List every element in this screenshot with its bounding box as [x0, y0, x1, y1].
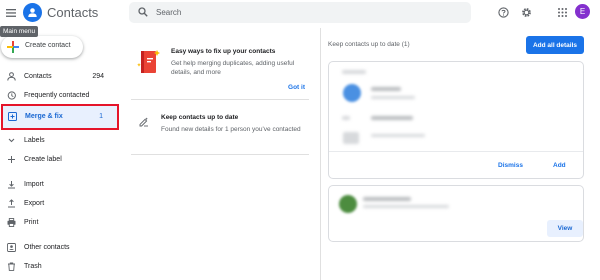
- sidebar-item-label: Frequently contacted: [24, 92, 90, 99]
- add-button[interactable]: Add: [553, 162, 566, 169]
- settings-icon: [521, 7, 531, 17]
- main-menu-button[interactable]: [2, 4, 20, 22]
- redacted-text: [371, 134, 425, 137]
- keep-up-to-date-card[interactable]: Keep contacts up to date Found new detai…: [131, 109, 309, 155]
- person-icon: [7, 72, 16, 81]
- sidebar-item-label: Import: [24, 181, 44, 188]
- dismiss-button[interactable]: Dismiss: [498, 162, 523, 169]
- print-icon: [7, 218, 16, 227]
- merge-fix-count: 1: [99, 113, 103, 120]
- apps-button[interactable]: [555, 5, 569, 19]
- sparkle-edit-icon: [139, 117, 148, 127]
- redacted-text: [363, 205, 449, 208]
- sidebar-item-label: Contacts: [24, 73, 52, 80]
- view-button[interactable]: View: [547, 220, 583, 237]
- column-divider: [320, 28, 321, 280]
- contact-photo: [339, 195, 357, 213]
- sidebar-item-label: Print: [24, 219, 39, 226]
- menu-icon: [6, 9, 16, 17]
- sidebar-item-create-label[interactable]: Create label: [0, 152, 120, 169]
- contacts-logo-icon[interactable]: [23, 3, 42, 22]
- sidebar-item-label: Export: [24, 200, 45, 207]
- sidebar-item-other-contacts[interactable]: Other contacts: [0, 240, 120, 257]
- card-divider: [329, 151, 583, 152]
- app-title[interactable]: Contacts: [47, 5, 98, 20]
- help-icon: [497, 6, 509, 18]
- settings-button[interactable]: [519, 5, 533, 19]
- create-contact-button[interactable]: Create contact: [1, 36, 83, 58]
- got-it-button[interactable]: Got it: [288, 84, 305, 91]
- other-contacts-icon: [7, 243, 16, 252]
- sidebar-item-label: Create label: [24, 156, 62, 163]
- sidebar-item-print[interactable]: Print: [0, 215, 120, 232]
- search-bar[interactable]: [129, 2, 471, 23]
- sidebar-labels-toggle[interactable]: Labels: [0, 133, 120, 150]
- merge-icon: [8, 112, 17, 121]
- sidebar-item-label: Trash: [24, 263, 42, 270]
- fix-tip-description: Get help merging duplicates, adding usef…: [171, 60, 295, 76]
- redacted-text: [342, 70, 366, 74]
- sidebar-item-label: Labels: [24, 137, 45, 144]
- main-menu-tooltip: Main menu: [0, 26, 39, 37]
- help-button[interactable]: [496, 5, 510, 19]
- top-app-bar: Contacts E: [0, 0, 600, 28]
- suggestion-card: View: [328, 185, 584, 242]
- suggestion-card: Dismiss Add: [328, 61, 584, 179]
- redacted-text: [363, 197, 411, 201]
- create-contact-label: Create contact: [25, 42, 71, 49]
- redacted-text: [342, 116, 350, 120]
- plus-color-icon: [7, 41, 19, 53]
- sidebar-item-merge-fix[interactable]: Merge & fix 1: [1, 104, 119, 130]
- export-icon: [7, 199, 16, 208]
- update-tip-description: Found new details for 1 person you've co…: [161, 126, 301, 133]
- suggestions-heading: Keep contacts up to date (1): [328, 41, 410, 48]
- redacted-text: [371, 116, 413, 120]
- sidebar-item-import[interactable]: Import: [0, 177, 120, 194]
- sidebar-item-contacts[interactable]: Contacts 294: [0, 69, 120, 86]
- import-icon: [7, 180, 16, 189]
- sidebar-item-frequently-contacted[interactable]: Frequently contacted: [0, 88, 120, 105]
- redacted-text: [371, 96, 415, 99]
- plus-icon: [7, 155, 16, 164]
- update-tip-title: Keep contacts up to date: [161, 114, 239, 121]
- apps-grid-icon: [557, 7, 567, 17]
- chevron-icon: [7, 136, 16, 145]
- notebook-illustration-icon: [137, 50, 160, 73]
- history-icon: [7, 91, 16, 100]
- redacted-text: [343, 132, 359, 144]
- sidebar-item-trash[interactable]: Trash: [0, 259, 120, 276]
- search-input[interactable]: [156, 2, 456, 23]
- fix-tip-title: Easy ways to fix up your contacts: [171, 48, 276, 55]
- sidebar-item-label: Merge & fix: [25, 113, 63, 120]
- contact-photo: [343, 84, 361, 102]
- account-avatar[interactable]: E: [575, 4, 590, 19]
- sidebar-item-export[interactable]: Export: [0, 196, 120, 213]
- fix-up-tip-card: Easy ways to fix up your contacts Get he…: [131, 36, 309, 100]
- search-icon[interactable]: [138, 7, 148, 17]
- sidebar-item-label: Other contacts: [24, 244, 70, 251]
- add-all-details-button[interactable]: Add all details: [526, 36, 584, 54]
- contacts-count: 294: [92, 73, 104, 80]
- trash-icon: [7, 262, 16, 271]
- redacted-text: [371, 87, 401, 91]
